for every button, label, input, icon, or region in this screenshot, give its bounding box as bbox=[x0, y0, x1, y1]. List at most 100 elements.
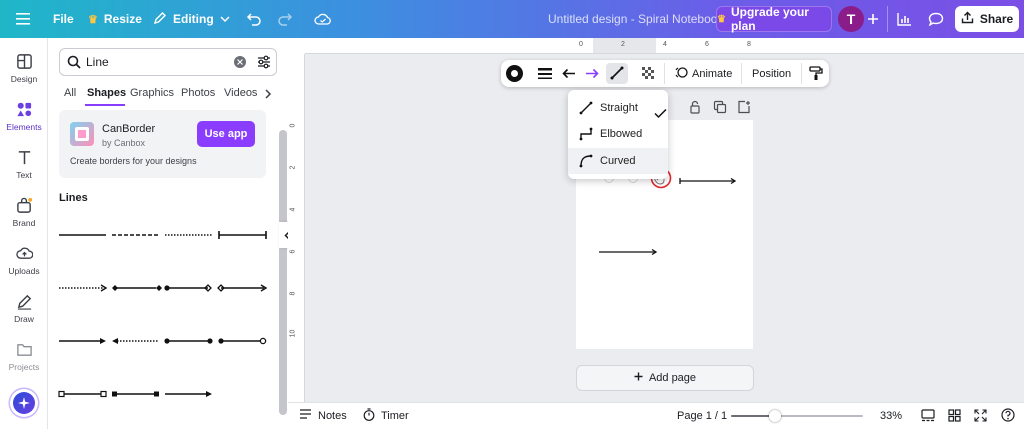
rail-item-text[interactable]: Text bbox=[0, 149, 48, 180]
notes-button[interactable]: Notes bbox=[299, 402, 347, 429]
lines-grid bbox=[58, 231, 268, 398]
chevron-right-icon[interactable] bbox=[264, 88, 272, 102]
app-card[interactable]: CanBorder by Canbox Use app Create borde… bbox=[59, 110, 266, 178]
divider bbox=[664, 63, 665, 84]
canvas-line-arrow-top[interactable] bbox=[679, 177, 737, 185]
zoom-level[interactable]: 33% bbox=[880, 402, 902, 429]
line-option-dot-circle[interactable] bbox=[218, 337, 267, 345]
rail-label: Uploads bbox=[8, 266, 40, 276]
search-input[interactable] bbox=[86, 54, 226, 70]
page-view-icon[interactable] bbox=[921, 409, 935, 425]
menu-item-curved[interactable]: Curved bbox=[568, 148, 668, 174]
insights-chart-icon[interactable] bbox=[894, 9, 914, 29]
ruler-tick-label: 4 bbox=[289, 207, 297, 212]
line-option-dot-ends[interactable] bbox=[164, 338, 213, 344]
add-page-label: Add page bbox=[648, 372, 697, 384]
folder-icon bbox=[16, 344, 32, 356]
ruler-tick-label: 4 bbox=[663, 41, 667, 48]
use-app-button[interactable]: Use app bbox=[197, 121, 255, 147]
zoom-slider-track[interactable] bbox=[731, 410, 863, 422]
avatar[interactable]: T bbox=[838, 6, 864, 32]
timer-icon bbox=[363, 407, 375, 424]
line-type-button[interactable] bbox=[606, 63, 628, 84]
position-button[interactable]: Position bbox=[752, 60, 791, 87]
file-menu[interactable]: File bbox=[53, 0, 74, 38]
animate-button[interactable]: Animate bbox=[675, 60, 732, 87]
help-icon[interactable] bbox=[1001, 408, 1015, 425]
line-option-arrow-short[interactable] bbox=[165, 391, 212, 397]
line-type-straight-icon bbox=[610, 66, 624, 80]
cloud-save-icon[interactable] bbox=[313, 9, 333, 29]
share-button[interactable]: Share bbox=[955, 6, 1019, 32]
grid-view-icon[interactable] bbox=[948, 409, 961, 425]
magic-assistant-button[interactable] bbox=[10, 389, 38, 417]
transparency-icon[interactable] bbox=[642, 67, 655, 83]
top-bar: File ♛ Resize Editing Untitled design - … bbox=[0, 0, 1024, 38]
upgrade-button[interactable]: ♛ Upgrade your plan bbox=[716, 5, 832, 33]
zoom-slider-thumb[interactable] bbox=[769, 410, 781, 422]
rail-item-elements[interactable]: Elements bbox=[0, 101, 48, 132]
line-option-dot-diamond[interactable] bbox=[164, 284, 212, 292]
line-option-diamond-arrow[interactable] bbox=[217, 284, 268, 292]
duplicate-icon[interactable] bbox=[713, 100, 727, 117]
add-page-icon[interactable] bbox=[737, 100, 751, 117]
ruler-tick-label: 0 bbox=[579, 41, 583, 48]
undo-icon[interactable] bbox=[244, 9, 264, 29]
document-title[interactable]: Untitled design - Spiral Notebook bbox=[548, 0, 723, 38]
filter-sliders-icon[interactable] bbox=[257, 55, 271, 72]
rail-item-draw[interactable]: Draw bbox=[0, 293, 48, 324]
tab-graphics[interactable]: Graphics bbox=[130, 87, 174, 99]
page-indicator[interactable]: Page 1 / 1 bbox=[677, 402, 727, 429]
add-page-button[interactable]: Add page bbox=[576, 365, 754, 391]
timer-button[interactable]: Timer bbox=[363, 402, 409, 429]
line-option-arrow[interactable] bbox=[59, 338, 106, 344]
lock-icon[interactable] bbox=[688, 100, 702, 117]
redo-icon[interactable] bbox=[275, 9, 295, 29]
search-icon bbox=[67, 55, 81, 72]
search-box bbox=[59, 48, 277, 76]
share-upload-icon bbox=[961, 11, 974, 27]
crown-icon: ♛ bbox=[717, 13, 726, 25]
share-label: Share bbox=[979, 12, 1014, 26]
timer-label: Timer bbox=[381, 409, 409, 422]
editing-mode-button[interactable]: Editing bbox=[153, 0, 230, 38]
plus-icon[interactable] bbox=[863, 9, 883, 29]
tab-label: Shapes bbox=[87, 87, 127, 99]
ruler-tick-label: 6 bbox=[705, 41, 709, 48]
tab-shapes[interactable]: Shapes bbox=[87, 87, 126, 99]
comment-icon[interactable] bbox=[926, 9, 946, 29]
line-option-dotted-arrow[interactable] bbox=[59, 284, 108, 292]
paint-roller-icon[interactable] bbox=[809, 66, 823, 84]
tab-videos[interactable]: Videos bbox=[224, 87, 257, 99]
rail-item-brand[interactable]: Brand bbox=[0, 197, 48, 228]
menu-item-elbowed[interactable]: Elbowed bbox=[568, 121, 668, 147]
line-option-dotted-arrow-left[interactable] bbox=[112, 338, 159, 344]
divider bbox=[741, 63, 742, 84]
rail-item-uploads[interactable]: Uploads bbox=[0, 245, 48, 276]
menu-item-straight[interactable]: Straight bbox=[568, 95, 668, 121]
line-start-arrow-icon[interactable] bbox=[562, 68, 576, 82]
line-end-arrow-icon[interactable] bbox=[585, 68, 599, 82]
tab-all[interactable]: All bbox=[64, 87, 76, 99]
curved-line-icon bbox=[579, 154, 593, 168]
line-type-menu: Straight Elbowed Curved bbox=[568, 90, 668, 179]
line-color-swatch[interactable] bbox=[506, 65, 523, 82]
line-weight-icon[interactable] bbox=[538, 67, 552, 83]
resize-button[interactable]: ♛ Resize bbox=[88, 0, 142, 38]
panel-scrollbar-thumb[interactable] bbox=[279, 130, 287, 415]
line-option-square-ends[interactable] bbox=[58, 390, 107, 398]
chevron-down-icon bbox=[220, 12, 230, 26]
elbowed-line-icon bbox=[579, 127, 593, 141]
fullscreen-icon[interactable] bbox=[974, 409, 987, 425]
line-option-diamond-ends[interactable] bbox=[112, 285, 162, 291]
pen-icon bbox=[17, 294, 31, 310]
rail-item-design[interactable]: Design bbox=[0, 53, 48, 84]
tab-photos[interactable]: Photos bbox=[181, 87, 215, 99]
file-label: File bbox=[53, 12, 74, 26]
line-option-filled-square-ends[interactable] bbox=[112, 391, 159, 397]
rail-item-projects[interactable]: Projects bbox=[0, 341, 48, 372]
clear-icon[interactable] bbox=[234, 56, 246, 68]
canvas-line-arrow-bottom[interactable] bbox=[599, 248, 658, 256]
menu-icon[interactable] bbox=[14, 9, 34, 29]
line-option-bar-ends[interactable] bbox=[218, 231, 267, 239]
